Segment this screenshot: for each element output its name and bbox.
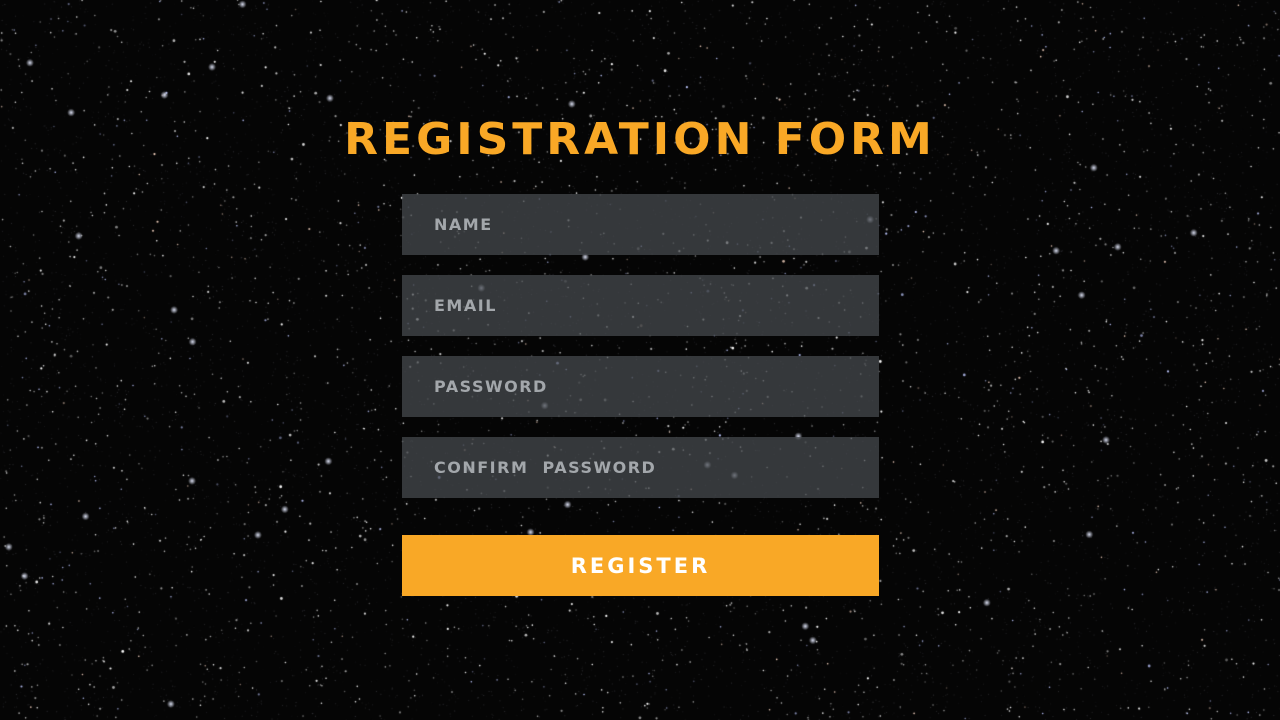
confirm-password-field[interactable] bbox=[402, 437, 879, 498]
page-title: REGISTRATION FORM bbox=[344, 114, 936, 165]
password-field[interactable] bbox=[402, 356, 879, 417]
registration-form: REGISTER bbox=[402, 194, 879, 596]
email-field[interactable] bbox=[402, 275, 879, 336]
name-field[interactable] bbox=[402, 194, 879, 255]
register-button[interactable]: REGISTER bbox=[402, 535, 879, 596]
